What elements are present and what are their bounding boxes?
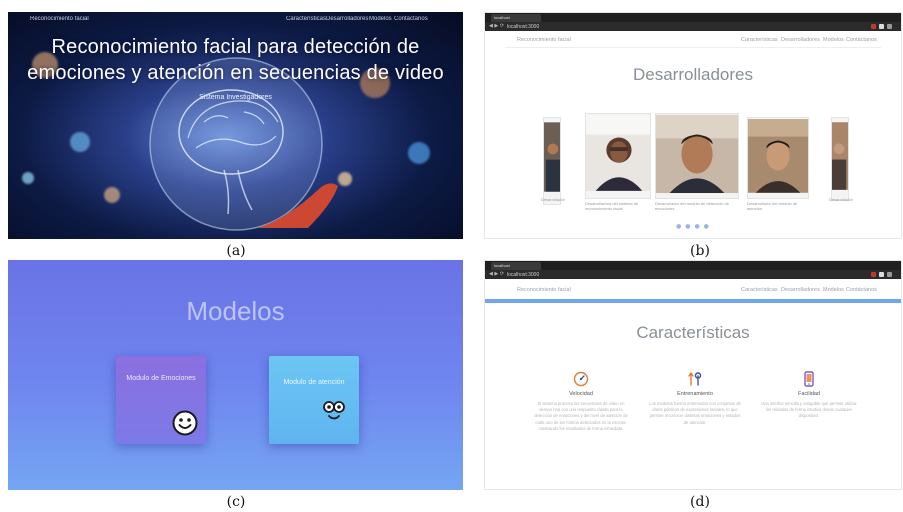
glasses-face-icon [323,401,345,420]
caption-d: (d) [690,494,710,510]
developer-card[interactable] [831,117,849,201]
hero-title-line-2: emociones y atención en secuencias de vi… [27,62,444,84]
emotions-module-label: Modulo de Emociones [126,375,196,382]
developer-caption: Desarrollador del módulo de detección de… [655,201,730,211]
feature-velocidad: Velocidad El sistema procesa las secuenc… [533,371,629,481]
nav-link-modelos[interactable]: Modelos [823,37,844,43]
section-title: Modelos [186,296,285,326]
feature-title: Facilidad [797,391,820,397]
developer-caption: Desarrolladora del sistema de reconocimi… [585,201,639,211]
speedometer-icon [573,371,589,387]
caption-a: (a) [226,243,246,259]
browser-tab[interactable]: localhost [491,14,541,22]
address-field[interactable]: localhost:3000 [507,272,539,278]
developer-caption: Desarrollador [541,197,566,202]
brand-logo[interactable]: Reconocimiento facial [517,287,571,293]
feature-description: Los modelos fueron entrenados con conjun… [649,401,741,425]
developer-photo [544,122,560,192]
developer-photo [748,119,808,193]
profile-icon[interactable] [887,24,892,29]
browser-tab-strip: localhost [485,261,901,270]
feature-description: Una interfaz sencilla y amigable que per… [761,401,857,419]
caption-b: (b) [690,243,710,259]
emotions-module-card[interactable]: Modulo de Emociones [116,356,206,444]
nav-link-modelos[interactable]: Modelos [369,16,392,22]
feature-entrenamiento: Entrenamiento Los modelos fueron entrena… [647,371,743,481]
extension-icon[interactable] [871,24,876,29]
panel-c-models-page: Modelos Modulo de Emociones Modulo de at… [8,260,463,490]
panel-a-landing-hero: Reconocimiento facial Características De… [8,12,463,239]
smiley-face-icon [172,410,198,436]
extension-icon[interactable] [879,24,884,29]
nav-link-contactanos[interactable]: Contáctanos [846,37,877,43]
profile-icon[interactable] [887,272,892,277]
panel-b-developers-page: localhost ◀ ▶ ⟳ localhost:3000 Reconocim… [484,12,902,239]
browser-nav-arrows-icon[interactable]: ◀ ▶ ⟳ [489,271,504,277]
developer-card[interactable] [585,113,651,199]
nav-link-desarrolladores[interactable]: Desarrolladores [326,16,368,22]
nav-link-contactanos[interactable]: Contáctanos [394,16,428,22]
carousel-pagination-dots[interactable]: ● ● ● ● [485,223,901,230]
bokeh-light [408,142,430,164]
panel-d-features-page: localhost ◀ ▶ ⟳ localhost:3000 Reconocim… [484,260,902,490]
feature-title: Velocidad [569,391,593,397]
nav-link-caracteristicas[interactable]: Características [286,16,326,22]
browser-tab-strip: localhost [485,13,901,22]
developer-card-active[interactable] [655,113,739,199]
attention-module-label: Modulo de atención [283,379,345,386]
browser-nav-arrows-icon[interactable]: ◀ ▶ ⟳ [489,23,504,29]
browser-address-bar: ◀ ▶ ⟳ localhost:3000 [485,270,901,279]
nav-link-caracteristicas[interactable]: Características [741,287,778,293]
nav-link-modelos[interactable]: Modelos [823,287,844,293]
developer-caption: Desarrollador del módulo de atención [747,201,798,211]
developer-photo [656,114,738,194]
extension-icon[interactable] [879,272,884,277]
section-title: Características [636,323,750,342]
browser-tab[interactable]: localhost [491,262,541,270]
nav-link-desarrolladores[interactable]: Desarrolladores [781,37,820,43]
feature-facilidad: Facilidad Una interfaz sencilla y amigab… [761,371,857,481]
nav-link-caracteristicas[interactable]: Características [741,37,778,43]
hero-title-line-1: Reconocimiento facial para detección de [51,36,420,58]
mobile-icon [804,371,814,387]
nav-link-desarrolladores[interactable]: Desarrolladores [781,287,820,293]
brand-logo[interactable]: Reconocimiento facial [517,37,571,43]
attention-module-card[interactable]: Modulo de atención [269,356,359,444]
caption-c: (c) [226,494,246,510]
tools-icon [688,372,702,386]
developer-photo [586,115,650,191]
address-field[interactable]: localhost:3000 [507,24,539,30]
hero-subtitle: Sistema Investigadores [199,94,272,101]
section-title: Desarrolladores [633,65,753,84]
bokeh-light [70,132,90,152]
extension-icon[interactable] [871,272,876,277]
brand-logo[interactable]: Reconocimiento facial [30,16,89,22]
nav-divider [505,47,881,48]
developer-photo [832,122,848,190]
bokeh-light [104,187,120,203]
feature-title: Entrenamiento [677,391,713,397]
bokeh-light [22,172,34,184]
developer-card[interactable] [747,117,809,199]
nav-link-contactanos[interactable]: Contáctanos [846,287,877,293]
accent-band [485,299,901,303]
feature-description: El sistema procesa las secuencias de vid… [534,401,628,431]
browser-address-bar: ◀ ▶ ⟳ localhost:3000 [485,22,901,31]
developer-caption: Desarrollador [829,197,854,202]
developer-card[interactable] [543,117,561,205]
